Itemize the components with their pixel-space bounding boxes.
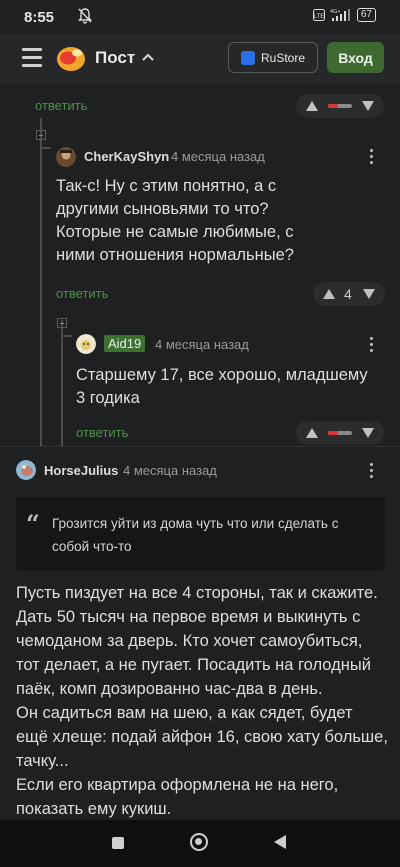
- comment-author[interactable]: HorseJulius: [44, 463, 118, 478]
- rustore-icon: [240, 50, 255, 65]
- system-nav-bar: [0, 820, 400, 867]
- upvote-icon[interactable]: [323, 289, 335, 299]
- status-time: 8:55: [24, 9, 55, 26]
- downvote-icon[interactable]: [362, 428, 374, 438]
- comment-author-tag[interactable]: Aid19: [104, 335, 146, 352]
- collapse-thread-icon[interactable]: [36, 130, 46, 140]
- page-title[interactable]: Пост: [95, 48, 135, 68]
- avatar[interactable]: [16, 460, 36, 480]
- rating-bar: [328, 104, 352, 108]
- back-icon[interactable]: [274, 835, 286, 849]
- comment-date: 4 месяца назад: [171, 149, 265, 164]
- volte-icon: LTE: [312, 9, 325, 21]
- home-icon[interactable]: [190, 833, 208, 851]
- vote-control: [296, 421, 384, 445]
- comment-divider: [0, 446, 400, 447]
- reply-link[interactable]: ответить: [35, 98, 87, 113]
- thread-line: [61, 320, 63, 446]
- quote-block: “ Грозится уйти из дома чуть что или сде…: [16, 497, 385, 570]
- quote-icon: “: [26, 509, 40, 538]
- network-label: 4G+: [330, 9, 341, 15]
- thread-branch: [41, 147, 51, 149]
- lte-label: LTE: [314, 14, 325, 20]
- thread-line: [40, 118, 42, 446]
- rustore-label: RuStore: [260, 50, 306, 65]
- comment-text: Пусть пиздует на все 4 стороны, так и ск…: [16, 581, 388, 821]
- app-header: Пост RuStore Вход: [0, 34, 400, 84]
- reply-link[interactable]: ответить: [76, 425, 128, 440]
- reply-link[interactable]: ответить: [56, 286, 108, 301]
- rating-bar-negative: [328, 104, 338, 108]
- avatar[interactable]: [76, 334, 96, 354]
- comment-date: 4 месяца назад: [123, 463, 217, 478]
- downvote-icon[interactable]: [362, 101, 374, 111]
- status-bar: 8:55 LTE 4G+ 67: [0, 0, 400, 34]
- more-options-icon[interactable]: [370, 337, 374, 355]
- thread-branch: [62, 335, 72, 337]
- login-button[interactable]: Вход: [327, 42, 384, 73]
- bell-muted-icon: [78, 8, 92, 29]
- more-options-icon[interactable]: [370, 149, 374, 167]
- comment-paragraph: Пусть пиздует на все 4 стороны, так и ск…: [16, 584, 378, 698]
- battery-indicator: 67: [356, 8, 376, 22]
- comment-author[interactable]: CherKayShyn: [84, 149, 169, 164]
- menu-icon[interactable]: [22, 48, 42, 68]
- vote-control: 4: [313, 282, 385, 306]
- comment-text: Так-с! Ну с этим понятно, а с другими сы…: [56, 177, 294, 264]
- signal-icon: 4G+: [330, 9, 350, 21]
- comment-date: 4 месяца назад: [155, 337, 249, 352]
- vote-control: [296, 94, 384, 118]
- comment-text: Старшему 17, все хорошо, младшему 3 годи…: [76, 366, 368, 407]
- recents-icon[interactable]: [112, 837, 124, 849]
- rating-bar-negative: [328, 431, 338, 435]
- chevron-up-icon[interactable]: [142, 53, 154, 61]
- more-options-icon[interactable]: [370, 463, 374, 481]
- comment-paragraph: Если его квартира оформлена не на него, …: [16, 776, 339, 818]
- quote-text: Грозится уйти из дома чуть что или сдела…: [52, 516, 339, 554]
- pikabu-logo[interactable]: [55, 43, 87, 73]
- status-indicators: LTE 4G+ 67: [312, 8, 376, 22]
- upvote-icon[interactable]: [306, 101, 318, 111]
- collapse-thread-icon[interactable]: [57, 318, 67, 328]
- comment-paragraph: Он садиться вам на шею, а как сядет, буд…: [16, 704, 388, 770]
- rating-bar: [328, 431, 352, 435]
- rustore-button[interactable]: RuStore: [228, 42, 318, 73]
- comment-score: 4: [344, 286, 352, 302]
- upvote-icon[interactable]: [306, 428, 318, 438]
- avatar[interactable]: [56, 147, 76, 167]
- downvote-icon[interactable]: [363, 289, 375, 299]
